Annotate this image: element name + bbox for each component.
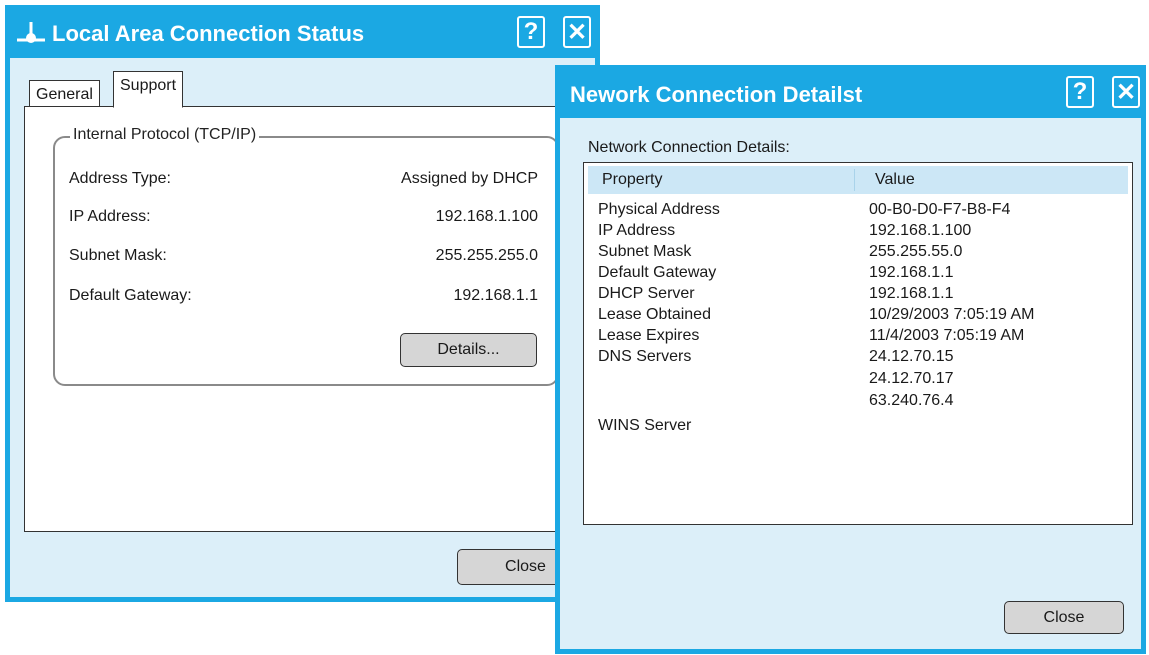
column-header-property[interactable]: Property <box>602 171 662 189</box>
table-row[interactable]: Lease Expires 11/4/2003 7:05:19 AM <box>584 327 1132 348</box>
table-row[interactable]: 24.12.70.17 <box>584 370 1132 391</box>
value-cell: 63.240.76.4 <box>869 392 954 409</box>
close-window-button[interactable]: ✕ <box>563 16 591 48</box>
ip-address-value: 192.168.1.100 <box>435 208 538 225</box>
details-close-button[interactable]: Close <box>1004 601 1124 634</box>
table-row[interactable]: DHCP Server 192.168.1.1 <box>584 285 1132 306</box>
group-label: Internal Protocol (TCP/IP) <box>70 126 260 144</box>
property-cell: DHCP Server <box>598 285 695 302</box>
property-cell: Lease Obtained <box>598 306 711 323</box>
value-cell: 24.12.70.17 <box>869 370 954 387</box>
address-type-value: Assigned by DHCP <box>401 170 538 187</box>
status-window-title: Local Area Connection Status <box>52 21 365 46</box>
details-help-button[interactable]: ? <box>1066 76 1094 108</box>
help-icon: ? <box>1072 78 1088 105</box>
property-cell: DNS Servers <box>598 348 692 365</box>
tab-support[interactable]: Support <box>113 71 184 108</box>
help-button[interactable]: ? <box>517 16 545 48</box>
local-area-connection-status-window: Local Area Connection Status ? ✕ General… <box>5 5 600 602</box>
details-list-view[interactable]: Property Value Physical Address 00-B0-D0… <box>583 162 1133 525</box>
table-row[interactable]: Default Gateway 192.168.1.1 <box>584 264 1132 285</box>
column-header-value[interactable]: Value <box>875 171 915 189</box>
property-cell: Default Gateway <box>598 264 717 281</box>
list-header: Property Value <box>588 166 1128 194</box>
subnet-mask-label: Subnet Mask: <box>69 247 167 264</box>
property-cell: WINS Server <box>598 417 692 434</box>
details-window-title-bar[interactable]: Nework Connection Detailst ? ✕ <box>560 70 1141 118</box>
close-icon: ✕ <box>1115 78 1137 106</box>
value-cell: 192.168.1.1 <box>869 264 954 281</box>
tab-general[interactable]: General <box>29 80 100 107</box>
property-cell: IP Address <box>598 222 676 239</box>
value-cell: 255.255.55.0 <box>869 243 963 260</box>
table-row[interactable]: Lease Obtained 10/29/2003 7:05:19 AM <box>584 306 1132 327</box>
table-row[interactable]: WINS Server <box>584 417 1132 438</box>
network-connection-icon <box>17 22 45 43</box>
table-row[interactable]: 63.240.76.4 <box>584 392 1132 413</box>
property-cell: Physical Address <box>598 201 720 218</box>
value-cell: 00-B0-D0-F7-B8-F4 <box>869 201 1011 218</box>
details-caption: Network Connection Details: <box>588 139 790 156</box>
details-window-title: Nework Connection Detailst <box>570 82 863 107</box>
table-row[interactable]: IP Address 192.168.1.100 <box>584 222 1132 243</box>
value-cell: 24.12.70.15 <box>869 348 954 365</box>
network-connection-details-window: Nework Connection Detailst ? ✕ Network C… <box>555 65 1146 654</box>
default-gateway-label: Default Gateway: <box>69 287 192 304</box>
table-row[interactable]: Subnet Mask 255.255.55.0 <box>584 243 1132 264</box>
column-divider[interactable] <box>854 169 855 191</box>
property-cell: Lease Expires <box>598 327 700 344</box>
value-cell: 192.168.1.100 <box>869 222 972 239</box>
help-icon: ? <box>523 18 539 45</box>
close-icon: ✕ <box>566 18 588 46</box>
table-row[interactable]: DNS Servers 24.12.70.15 <box>584 348 1132 369</box>
details-button[interactable]: Details... <box>400 333 537 367</box>
value-cell: 10/29/2003 7:05:19 AM <box>869 306 1035 323</box>
details-close-window-button[interactable]: ✕ <box>1112 76 1140 108</box>
address-type-label: Address Type: <box>69 170 171 187</box>
property-cell: Subnet Mask <box>598 243 692 260</box>
status-window-title-bar[interactable]: Local Area Connection Status ? ✕ <box>10 10 595 58</box>
default-gateway-value: 192.168.1.1 <box>453 287 538 304</box>
value-cell: 192.168.1.1 <box>869 285 954 302</box>
subnet-mask-value: 255.255.255.0 <box>435 247 538 264</box>
ip-address-label: IP Address: <box>69 208 151 225</box>
table-row[interactable]: Physical Address 00-B0-D0-F7-B8-F4 <box>584 201 1132 222</box>
value-cell: 11/4/2003 7:05:19 AM <box>869 327 1025 344</box>
